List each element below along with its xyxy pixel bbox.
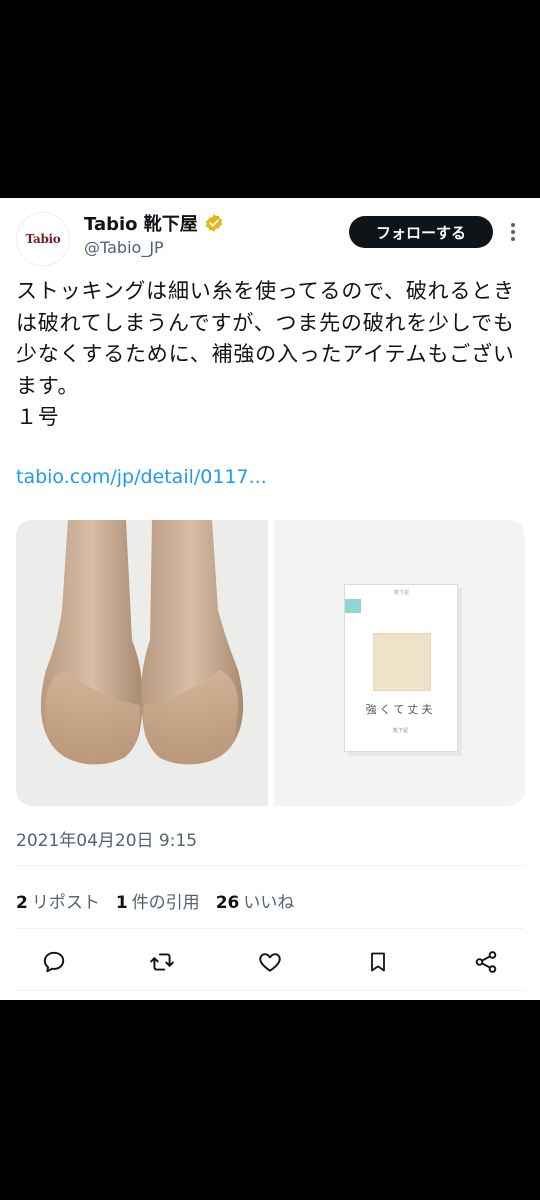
package-window [372, 633, 431, 691]
reply-icon [43, 951, 65, 973]
like-icon [259, 953, 281, 972]
package-header: 靴下屋 [393, 590, 409, 596]
name-row: Tabio 靴下屋 [84, 210, 224, 236]
share-button[interactable] [472, 948, 500, 976]
bookmark-icon [371, 952, 385, 972]
photo-product-package[interactable]: 靴下屋 強くて丈夫 靴下屋 [273, 520, 525, 806]
repost-icon [150, 953, 174, 971]
like-count[interactable]: 26 いいね [216, 888, 295, 913]
package-caption: 強くて丈夫 [365, 703, 436, 716]
verified-badge-icon [205, 214, 222, 232]
package-accent-tag [344, 599, 361, 613]
photo-stocking-toes[interactable] [16, 520, 268, 806]
reply-button[interactable] [40, 948, 68, 976]
divider [16, 865, 524, 866]
follow-button[interactable]: フォローする [349, 216, 493, 248]
tweet-link[interactable]: tabio.com/jp/detail/0117... [16, 466, 267, 488]
engagement-stats: 2 リポスト 1 件の引用 26 いいね [16, 888, 294, 913]
avatar[interactable]: Tabio [16, 212, 70, 266]
package-footer: 靴下屋 [392, 728, 408, 734]
tweet-card: Tabio Tabio 靴下屋 @Tabio_JP フォローする ストッキングは… [0, 198, 540, 1000]
bookmark-button[interactable] [364, 948, 392, 976]
product-package: 靴下屋 強くて丈夫 靴下屋 [343, 584, 458, 752]
stocking-feet-illustration [40, 520, 244, 765]
media-grid: 靴下屋 強くて丈夫 靴下屋 [16, 520, 525, 806]
repost-button[interactable] [148, 948, 176, 976]
repost-count[interactable]: 2 リポスト [16, 888, 100, 913]
display-name[interactable]: Tabio 靴下屋 [84, 210, 198, 236]
action-bar [0, 940, 540, 980]
user-handle[interactable]: @Tabio_JP [84, 238, 164, 257]
avatar-logo-text: Tabio [25, 232, 61, 246]
divider [16, 928, 524, 929]
more-icon[interactable] [504, 220, 522, 244]
quote-count[interactable]: 1 件の引用 [116, 888, 200, 913]
like-button[interactable] [256, 948, 284, 976]
share-icon [475, 951, 497, 973]
tweet-timestamp[interactable]: 2021年04月20日 9:15 [16, 826, 197, 851]
divider [16, 990, 524, 991]
tweet-text: ストッキングは細い糸を使ってるので、破れるときは破れてしまうんですが、つま先の破… [16, 279, 515, 429]
